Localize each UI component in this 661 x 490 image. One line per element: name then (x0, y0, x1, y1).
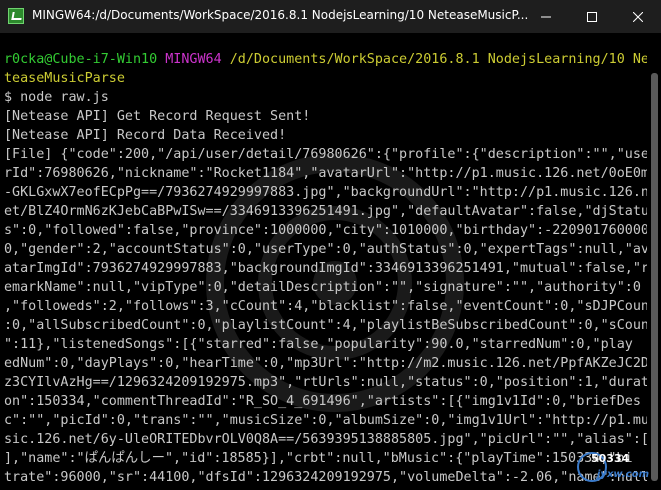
terminal-line: trate":96000,"sr":44100,"dfsId":12963242… (4, 470, 647, 485)
terminal-line: :0,"allSubscribedCount":0,"playlistCount… (4, 318, 647, 333)
terminal-line: sic.126.net/6y-UleORITEDbvrOLV0Q8A==/563… (4, 432, 647, 447)
prompt-user-host: r0cka@Cube-i7-Win10 (4, 52, 158, 67)
terminal-line: rId":76980626,"nickname":"Rocket1184","a… (4, 166, 647, 181)
terminal-line: [Netease API] Get Record Request Sent! (4, 109, 311, 124)
maximize-icon (587, 11, 597, 22)
terminal-line: edNum":0,"dayPlays":0,"hearTime":0,"mp3U… (4, 356, 647, 371)
minimize-button[interactable] (523, 0, 569, 33)
watermark: 50334 jyxw.com (577, 450, 657, 486)
prompt-path: /d/Documents/WorkSpace/2016.8.1 NodejsLe… (229, 52, 647, 67)
title-bar[interactable]: MINGW64:/d/Documents/WorkSpace/2016.8.1 … (0, 0, 661, 33)
scrollbar-thumb[interactable] (651, 73, 658, 481)
terminal-line: [Netease API] Record Data Received! (4, 128, 287, 143)
terminal-output[interactable]: r0cka@Cube-i7-Win10 MINGW64 /d/Documents… (0, 33, 647, 490)
terminal-line: ],"name":"ぱんぱんしー","id":18585}],"crbt":nu… (4, 451, 633, 466)
minimize-icon (541, 16, 551, 17)
mingw-app-icon (8, 8, 24, 24)
terminal-line: emarkName":null,"vipType":0,"detailDescr… (4, 280, 641, 295)
terminal-window: MINGW64:/d/Documents/WorkSpace/2016.8.1 … (0, 0, 661, 490)
watermark-site: jyxw.com (597, 469, 650, 480)
window-controls (523, 0, 661, 33)
vertical-scrollbar[interactable] (647, 33, 661, 490)
close-button[interactable] (615, 0, 661, 33)
terminal-line: 0,"gender":2,"accountStatus":0,"userType… (4, 242, 647, 257)
terminal-line: [File] {"code":200,"/api/user/detail/769… (4, 147, 647, 162)
close-icon (633, 11, 643, 22)
watermark-number: 50334 (591, 452, 630, 465)
terminal-line: s":0,"followed":false,"province":1000000… (4, 223, 647, 238)
terminal-line: et/BlZ4OrmN6zKJebCaBPwISw==/334691339625… (4, 204, 647, 219)
prompt-env: MINGW64 (165, 52, 222, 67)
window-title: MINGW64:/d/Documents/WorkSpace/2016.8.1 … (32, 8, 529, 22)
prompt-path-continued: teaseMusicParse (4, 71, 125, 86)
terminal-line: atarImgId":7936274929997883,"backgroundI… (4, 261, 647, 276)
prompt-line: r0cka@Cube-i7-Win10 MINGW64 /d/Documents… (4, 50, 647, 69)
terminal-line: on":150334,"commentThreadId":"R_SO_4_691… (4, 394, 641, 409)
terminal-line: -GKLGxwX7eofECpPg==/7936274929997883.jpg… (4, 185, 647, 200)
terminal-line: ":11},"listenedSongs":[{"starred":false,… (4, 337, 633, 352)
maximize-button[interactable] (569, 0, 615, 33)
terminal-line: c":"","picId":0,"trans":"","musicSize":0… (4, 413, 647, 428)
terminal-line: ,"followeds":2,"follows":3,"cCount":4,"b… (4, 299, 647, 314)
terminal-line: $ node raw.js (4, 90, 109, 105)
terminal-line: z3CYIlvAzHg==/1296324209192975.mp3","rtU… (4, 375, 647, 390)
